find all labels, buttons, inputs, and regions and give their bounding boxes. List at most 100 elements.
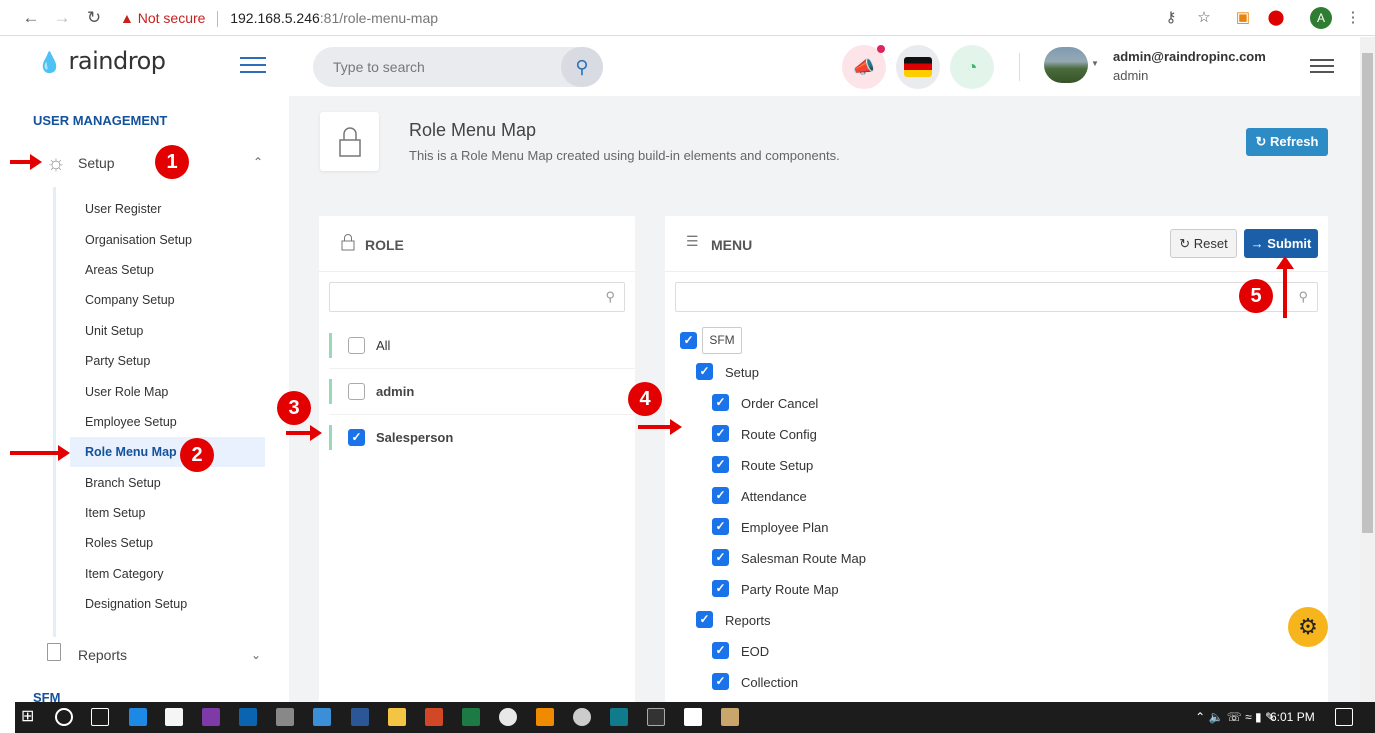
menu-panel-header: ☰ MENU ↻ Reset → Submit <box>665 216 1328 272</box>
key-icon[interactable]: ⚷ <box>1160 7 1182 29</box>
role-label: All <box>376 338 391 353</box>
submit-button[interactable]: → Submit <box>1244 229 1318 258</box>
store-icon[interactable] <box>165 708 183 726</box>
annotation-arrow <box>10 154 42 170</box>
onenote-icon[interactable] <box>202 708 220 726</box>
address-bar[interactable]: ▲ Not secure 192.168.5.246:81/role-menu-… <box>120 5 1160 31</box>
refresh-icon: ↻ <box>1255 134 1267 149</box>
role-label: Salesperson <box>376 430 454 445</box>
annotation-badge-2: 2 <box>180 438 214 472</box>
sidebar-item-areas-setup[interactable]: Areas Setup <box>85 263 154 277</box>
sidebar-item-role-menu-map[interactable]: Role Menu Map <box>85 445 177 459</box>
browser-toolbar: ← → ↻ ▲ Not secure 192.168.5.246:81/role… <box>0 0 1375 36</box>
sidebar-item-designation-setup[interactable]: Designation Setup <box>85 597 187 611</box>
menu-checkbox-item[interactable]: ✓ <box>712 580 729 597</box>
sidebar-item-item-category[interactable]: Item Category <box>85 567 164 581</box>
star-icon[interactable]: ☆ <box>1193 7 1215 29</box>
windows-start-icon[interactable]: ⊞ <box>21 708 39 726</box>
role-label: admin <box>376 384 415 399</box>
extension-bag-icon[interactable]: ▣ <box>1232 7 1254 29</box>
menu-checkbox-item[interactable]: ✓ <box>712 549 729 566</box>
sidebar-item-user-role-map[interactable]: User Role Map <box>85 385 168 399</box>
avatar[interactable] <box>1044 47 1088 83</box>
menu-checkbox-item[interactable]: ✓ <box>712 456 729 473</box>
sidebar-item-party-setup[interactable]: Party Setup <box>85 354 150 368</box>
sidebar-item-unit-setup[interactable]: Unit Setup <box>85 324 143 338</box>
sidebar-item-employee-setup[interactable]: Employee Setup <box>85 415 177 429</box>
file-explorer-icon[interactable] <box>388 708 406 726</box>
sidebar-item-setup[interactable]: ☼ Setup ⌃ <box>43 150 263 178</box>
sidebar-item-item-setup[interactable]: Item Setup <box>85 506 145 520</box>
back-icon[interactable]: ← <box>19 6 43 30</box>
app-icon[interactable] <box>721 708 739 726</box>
terminal-icon[interactable] <box>647 708 665 726</box>
role-search-input[interactable]: ⚲ <box>329 282 625 312</box>
word-icon[interactable] <box>351 708 369 726</box>
sidebar-item-reports[interactable]: Reports ⌄ <box>47 643 267 667</box>
pie-chart-icon[interactable]: ◔ <box>950 45 994 89</box>
reset-button[interactable]: ↻ Reset <box>1170 229 1237 258</box>
search-icon[interactable]: ⚲ <box>561 47 603 87</box>
logo[interactable]: 💧 raindrop <box>37 47 166 79</box>
caret-down-icon[interactable]: ▼ <box>1091 59 1099 68</box>
menu-icon[interactable] <box>1310 59 1334 75</box>
outlook-icon[interactable] <box>239 708 257 726</box>
menu-checkbox-item[interactable]: ✓ <box>712 425 729 442</box>
role-row-salesperson[interactable]: ✓ Salesperson <box>329 415 635 461</box>
role-panel-title: ROLE <box>365 237 404 253</box>
chrome-icon[interactable] <box>499 708 517 726</box>
menu-checkbox-item[interactable]: ✓ <box>712 518 729 535</box>
role-checkbox-all[interactable] <box>348 337 365 354</box>
edge-icon[interactable] <box>129 708 147 726</box>
browser-menu-icon[interactable]: ⋮ <box>1342 7 1364 29</box>
role-row-admin[interactable]: admin <box>329 369 635 415</box>
notification-dot <box>877 45 885 53</box>
chevron-up-icon: ⌃ <box>252 155 263 169</box>
app-icon[interactable] <box>276 708 294 726</box>
extension-shield-icon[interactable]: ⬤ <box>1265 7 1287 29</box>
menu-checkbox-item[interactable]: ✓ <box>712 642 729 659</box>
role-checkbox-admin[interactable] <box>348 383 365 400</box>
app-icon[interactable] <box>573 708 591 726</box>
menu-checkbox-sfm[interactable]: ✓ <box>680 332 697 349</box>
vlc-icon[interactable] <box>536 708 554 726</box>
menu-checkbox-item[interactable]: ✓ <box>712 673 729 690</box>
page-scrollbar[interactable] <box>1360 37 1375 702</box>
menu-checkbox-setup[interactable]: ✓ <box>696 363 713 380</box>
sidebar-item-company-setup[interactable]: Company Setup <box>85 293 175 307</box>
role-checkbox-salesperson[interactable]: ✓ <box>348 429 365 446</box>
task-view-icon[interactable] <box>91 708 109 726</box>
app-icon[interactable] <box>610 708 628 726</box>
menu-checkbox-item[interactable]: ✓ <box>712 487 729 504</box>
search-circle-icon[interactable] <box>55 708 73 726</box>
sidebar-item-organisation-setup[interactable]: Organisation Setup <box>85 233 192 247</box>
sidebar-item-branch-setup[interactable]: Branch Setup <box>85 476 161 490</box>
page-title: Role Menu Map <box>409 120 537 140</box>
search-input[interactable]: Type to search ⚲ <box>313 47 603 87</box>
settings-gear-button[interactable]: ⚙ <box>1288 607 1328 647</box>
profile-avatar-icon[interactable]: A <box>1310 7 1332 29</box>
search-placeholder: Type to search <box>333 59 425 75</box>
photos-icon[interactable] <box>684 708 702 726</box>
menu-search-input[interactable]: ⚲ <box>675 282 1318 312</box>
annotation-arrow <box>286 425 322 441</box>
sidebar-item-roles-setup[interactable]: Roles Setup <box>85 536 153 550</box>
menu-checkbox-reports[interactable]: ✓ <box>696 611 713 628</box>
excel-icon[interactable] <box>462 708 480 726</box>
system-tray[interactable]: ⌃ 🔈 ☏ ≈ ▮ ✎ <box>1195 710 1275 724</box>
sidebar-toggle-icon[interactable] <box>240 57 266 75</box>
sidebar-item-user-register[interactable]: User Register <box>85 202 161 216</box>
lock-icon <box>339 127 361 157</box>
role-row-all[interactable]: All <box>329 323 635 369</box>
forward-icon[interactable]: → <box>50 6 74 30</box>
header-divider <box>1019 53 1020 81</box>
menu-item-label: Attendance <box>741 489 807 504</box>
menu-checkbox-item[interactable]: ✓ <box>712 394 729 411</box>
app-icon[interactable] <box>313 708 331 726</box>
refresh-button[interactable]: ↻ Refresh <box>1246 128 1328 156</box>
menu-item-label: Route Config <box>741 427 817 442</box>
powerpoint-icon[interactable] <box>425 708 443 726</box>
reload-icon[interactable]: ↻ <box>82 6 106 30</box>
language-flag-icon[interactable] <box>896 45 940 89</box>
notifications-icon[interactable] <box>1335 708 1353 726</box>
